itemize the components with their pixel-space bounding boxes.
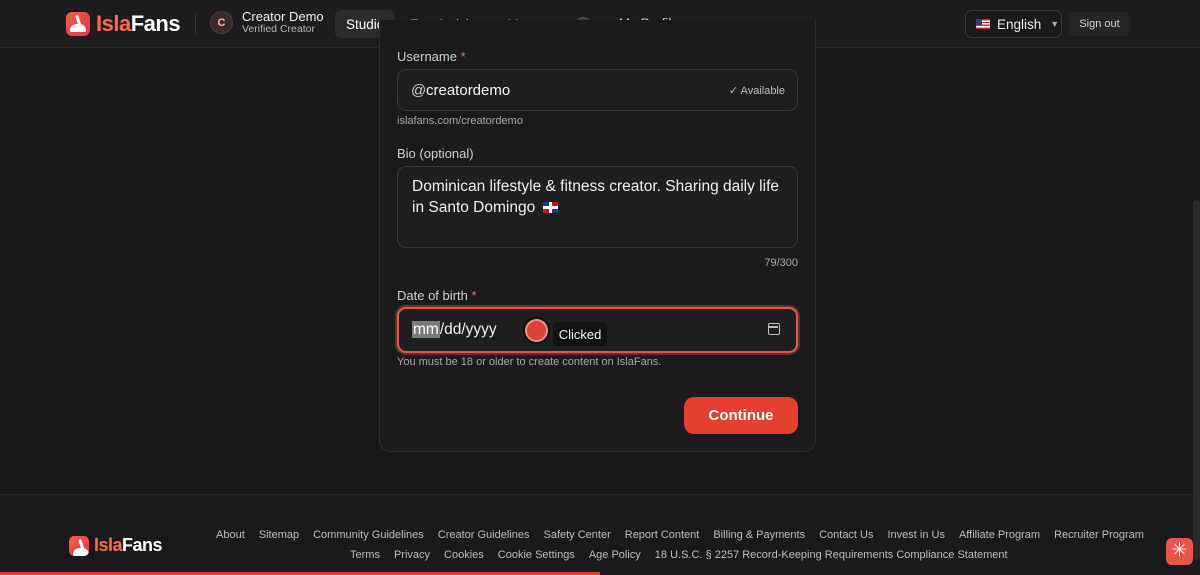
footer-link-2257-statement[interactable]: 18 U.S.C. § 2257 Record-Keeping Requirem… [655,549,1008,561]
footer-links-primary: About Sitemap Community Guidelines Creat… [216,529,1144,541]
username-label: Username * [397,49,466,64]
footer-link-billing[interactable]: Billing & Payments [713,529,805,541]
sign-out-button[interactable]: Sign out [1069,12,1130,36]
creator-name: Creator Demo [242,9,324,24]
dob-label: Date of birth * [397,288,477,303]
assistant-launcher-icon[interactable] [1166,538,1193,565]
footer-links-legal: Terms Privacy Cookies Cookie Settings Ag… [350,549,1008,561]
palm-logo-icon [69,535,89,556]
username-input-value: creatordemo [426,82,511,99]
profile-setup-card: Username * @ creatordemo ✓ Available isl… [379,20,816,452]
footer-link-contact[interactable]: Contact Us [819,529,873,541]
dominican-republic-flag-icon [542,202,558,213]
language-selector[interactable]: English ▼ [965,10,1062,38]
bio-label: Bio (optional) [397,146,474,161]
header-divider [195,13,196,35]
availability-status: ✓ Available [728,85,785,97]
page-scrollbar[interactable] [1193,200,1200,560]
bio-value: Dominican lifestyle & fitness creator. S… [412,178,779,216]
footer-link-terms[interactable]: Terms [350,549,380,561]
creator-avatar: C [210,11,233,34]
footer-link-safety-center[interactable]: Safety Center [543,529,610,541]
profile-url-hint: islafans.com/creatordemo [397,115,523,127]
chevron-down-icon: ▼ [1050,19,1060,29]
footer-link-creator-guidelines[interactable]: Creator Guidelines [438,529,530,541]
age-requirement-hint: You must be 18 or older to create conten… [397,356,662,368]
footer-link-about[interactable]: About [216,529,245,541]
bio-char-counter: 79/300 [764,257,798,269]
day-year-segments[interactable]: /dd/yyyy [440,321,497,338]
footer-link-community-guidelines[interactable]: Community Guidelines [313,529,424,541]
continue-button[interactable]: Continue [684,397,798,434]
required-mark: * [460,49,466,64]
palm-logo-icon [66,12,90,36]
language-label: English [997,16,1042,32]
footer-link-affiliate[interactable]: Affiliate Program [959,529,1040,541]
footer-link-report-content[interactable]: Report Content [625,529,700,541]
click-indicator-dot [525,319,548,342]
footer-link-privacy[interactable]: Privacy [394,549,430,561]
creator-identity: C Creator Demo Verified Creator [210,10,324,35]
required-mark: * [471,288,477,303]
clicked-tooltip: Clicked [553,322,607,346]
logo-wordmark: IslaFans [96,11,181,36]
calendar-icon[interactable] [768,323,780,335]
islafans-logo[interactable]: IslaFans [66,11,181,37]
bio-text: Dominican lifestyle & fitness creator. S… [412,176,784,218]
creator-status: Verified Creator [242,23,315,35]
footer-logo[interactable]: IslaFans [69,535,163,556]
bio-textarea[interactable]: Dominican lifestyle & fitness creator. S… [397,166,798,248]
date-placeholder: mm/dd/yyyy [412,321,497,339]
month-segment[interactable]: mm [412,321,440,338]
us-flag-icon [976,19,990,29]
footer-link-recruiter[interactable]: Recruiter Program [1054,529,1144,541]
footer-link-sitemap[interactable]: Sitemap [259,529,299,541]
site-footer: IslaFans About Sitemap Community Guideli… [0,494,1200,575]
footer-link-age-policy[interactable]: Age Policy [589,549,641,561]
footer-link-cookie-settings[interactable]: Cookie Settings [498,549,575,561]
username-field[interactable]: @ creatordemo ✓ Available [397,69,798,111]
footer-link-invest[interactable]: Invest in Us [888,529,945,541]
footer-link-cookies[interactable]: Cookies [444,549,484,561]
footer-logo-wordmark: IslaFans [94,535,163,555]
at-prefix: @ [411,82,427,99]
